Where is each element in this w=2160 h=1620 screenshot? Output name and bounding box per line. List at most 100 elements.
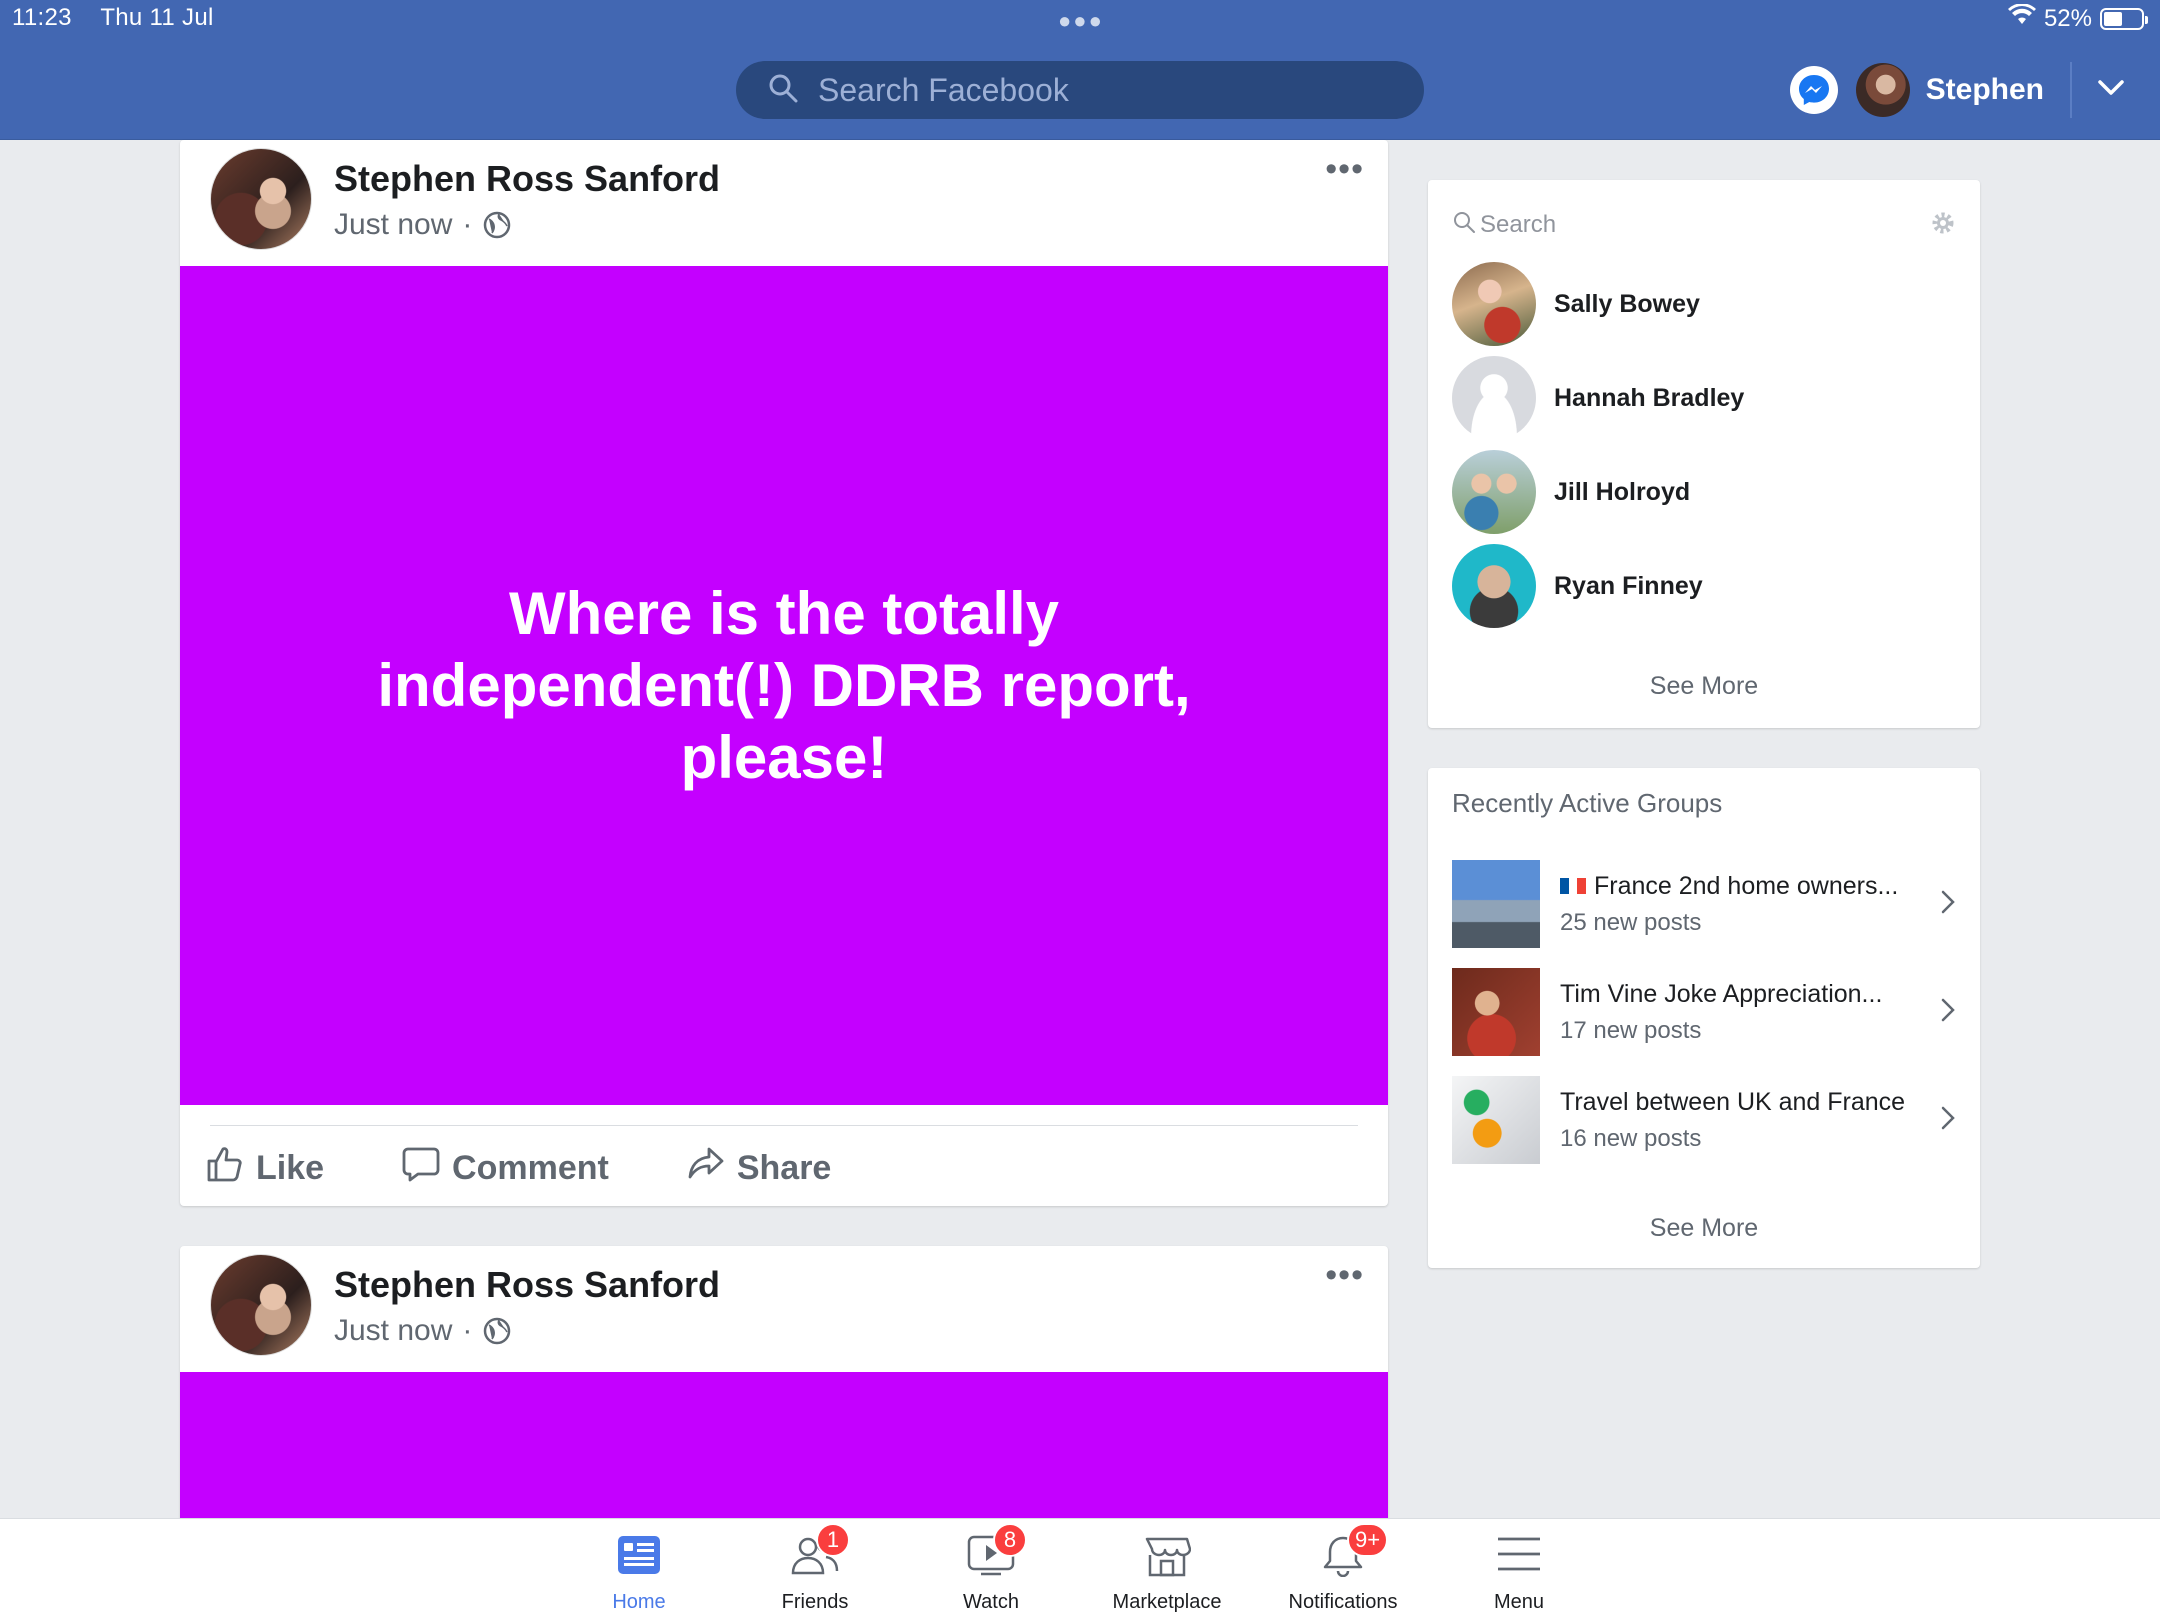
post-more-options-icon[interactable]: ••• [1325,150,1364,189]
group-new-posts: 16 new posts [1560,1124,1702,1152]
contacts-search-input[interactable]: Search [1452,202,1956,248]
comment-button[interactable]: Comment [402,1145,609,1192]
tab-menu-label: Menu [1493,1591,1545,1613]
home-feed-icon [617,1533,661,1583]
hamburger-menu-icon [1496,1533,1542,1583]
tab-watch[interactable]: 8 Watch [903,1519,1079,1620]
messenger-icon[interactable] [1789,66,1838,114]
chevron-right-icon [1940,889,1956,920]
status-bar-left: 11:23 Thu 11 Jul [12,4,236,32]
contacts-see-more-link[interactable]: See More [1428,672,1980,701]
post-header: Stephen Ross Sanford Just now · ••• [180,1246,1388,1372]
multitasking-dots-icon[interactable]: ●●● [1058,8,1104,34]
group-item[interactable]: France 2nd home owners... 25 new posts [1452,860,1956,948]
post-meta: Just now · [334,1314,512,1348]
globe-icon [482,1316,512,1346]
friends-badge: 1 [816,1523,850,1557]
search-icon [768,73,798,108]
gear-icon[interactable] [1930,210,1956,243]
share-label: Share [736,1149,832,1187]
tab-friends[interactable]: 1 Friends [727,1519,903,1620]
bell-icon: 9+ [1321,1523,1389,1583]
contact-name: Ryan Finney [1554,571,1703,600]
contact-name: Sally Bowey [1554,289,1700,318]
share-icon [687,1145,725,1192]
chevron-right-icon [1940,997,1956,1028]
notifications-badge: 9+ [1347,1523,1389,1557]
tab-friends-label: Friends [781,1591,849,1613]
post-time[interactable]: Just now [334,1314,452,1348]
post-more-options-icon[interactable]: ••• [1325,1256,1364,1295]
battery-icon [2100,7,2148,30]
contacts-search-placeholder: Search [1480,211,1557,238]
author-avatar[interactable] [210,148,312,250]
share-button[interactable]: Share [687,1145,832,1192]
friends-icon: 1 [790,1523,850,1583]
chevron-down-icon[interactable] [2098,79,2124,101]
like-label: Like [256,1149,325,1187]
search-facebook-input[interactable]: Search Facebook [736,61,1424,119]
group-thumbnail [1452,968,1540,1056]
like-button[interactable]: Like [206,1145,324,1192]
tab-marketplace-label: Marketplace [1112,1591,1222,1613]
status-time: 11:23 [12,4,72,31]
post-header: Stephen Ross Sanford Just now · ••• [180,140,1388,266]
feed-post: Stephen Ross Sanford Just now · ••• Wher… [180,140,1388,1206]
bottom-tab-bar: Home 1 Friends 8 Watch Marketplace 9+ No… [0,1518,2160,1620]
tab-notifications-label: Notifications [1288,1591,1398,1613]
post-meta: Just now · [334,208,512,242]
chevron-right-icon [1940,1105,1956,1136]
tab-home[interactable]: Home [551,1519,727,1620]
group-name: France 2nd home owners... [1594,871,1899,900]
nav-divider [2070,62,2072,118]
groups-see-more-link[interactable]: See More [1428,1214,1980,1243]
contact-name: Jill Holroyd [1554,477,1691,506]
search-placeholder: Search Facebook [818,71,1069,108]
author-avatar[interactable] [210,1254,312,1356]
tab-menu[interactable]: Menu [1431,1519,1607,1620]
group-new-posts: 25 new posts [1560,908,1702,936]
contact-item[interactable]: Ryan Finney [1452,544,1703,628]
group-thumbnail [1452,1076,1540,1164]
french-flag-icon [1560,878,1587,894]
groups-title: Recently Active Groups [1452,788,1723,818]
post-colored-background: Where is the totally independent(!) DDRB… [180,266,1388,1105]
group-name: Tim Vine Joke Appreciation... [1560,979,1883,1008]
user-name[interactable]: Stephen [1926,73,2044,107]
marketplace-store-icon [1143,1533,1192,1583]
globe-icon [482,210,512,240]
group-item[interactable]: Tim Vine Joke Appreciation... 17 new pos… [1452,968,1956,1056]
contact-avatar [1452,544,1536,628]
group-name: Travel between UK and France [1560,1087,1906,1116]
top-navigation-bar: 11:23 Thu 11 Jul ●●● 52% Search Facebook… [0,0,2160,140]
contact-item[interactable]: Jill Holroyd [1452,450,1690,534]
tab-watch-label: Watch [963,1591,1019,1613]
search-icon [1452,210,1476,241]
tab-notifications[interactable]: 9+ Notifications [1255,1519,1431,1620]
post-text: Where is the totally independent(!) DDRB… [377,579,1191,791]
meta-dot: · [462,1314,473,1347]
default-avatar-icon [1452,356,1536,440]
contact-name: Hannah Bradley [1554,383,1745,412]
post-author[interactable]: Stephen Ross Sanford [334,1264,720,1306]
tab-marketplace[interactable]: Marketplace [1079,1519,1255,1620]
thumbs-up-icon [206,1145,244,1192]
tab-home-label: Home [612,1591,666,1613]
status-bar-right: 52% [2007,3,2148,33]
group-item[interactable]: Travel between UK and France 16 new post… [1452,1076,1956,1164]
contact-item[interactable]: Sally Bowey [1452,262,1700,346]
group-new-posts: 17 new posts [1560,1016,1702,1044]
watch-video-icon: 8 [967,1523,1027,1583]
contact-item[interactable]: Hannah Bradley [1452,356,1744,440]
status-date: Thu 11 Jul [100,4,214,31]
contact-avatar [1452,262,1536,346]
user-avatar[interactable] [1855,63,1910,117]
watch-badge: 8 [993,1523,1027,1557]
post-time[interactable]: Just now [334,208,452,242]
post-actions: Like Comment Share [180,1105,1388,1207]
header-user-area: Stephen [1789,60,2160,120]
actions-divider [210,1125,1358,1126]
recently-active-groups-card: Recently Active Groups France 2nd home o… [1428,768,1980,1268]
group-thumbnail [1452,860,1540,948]
post-author[interactable]: Stephen Ross Sanford [334,158,720,200]
